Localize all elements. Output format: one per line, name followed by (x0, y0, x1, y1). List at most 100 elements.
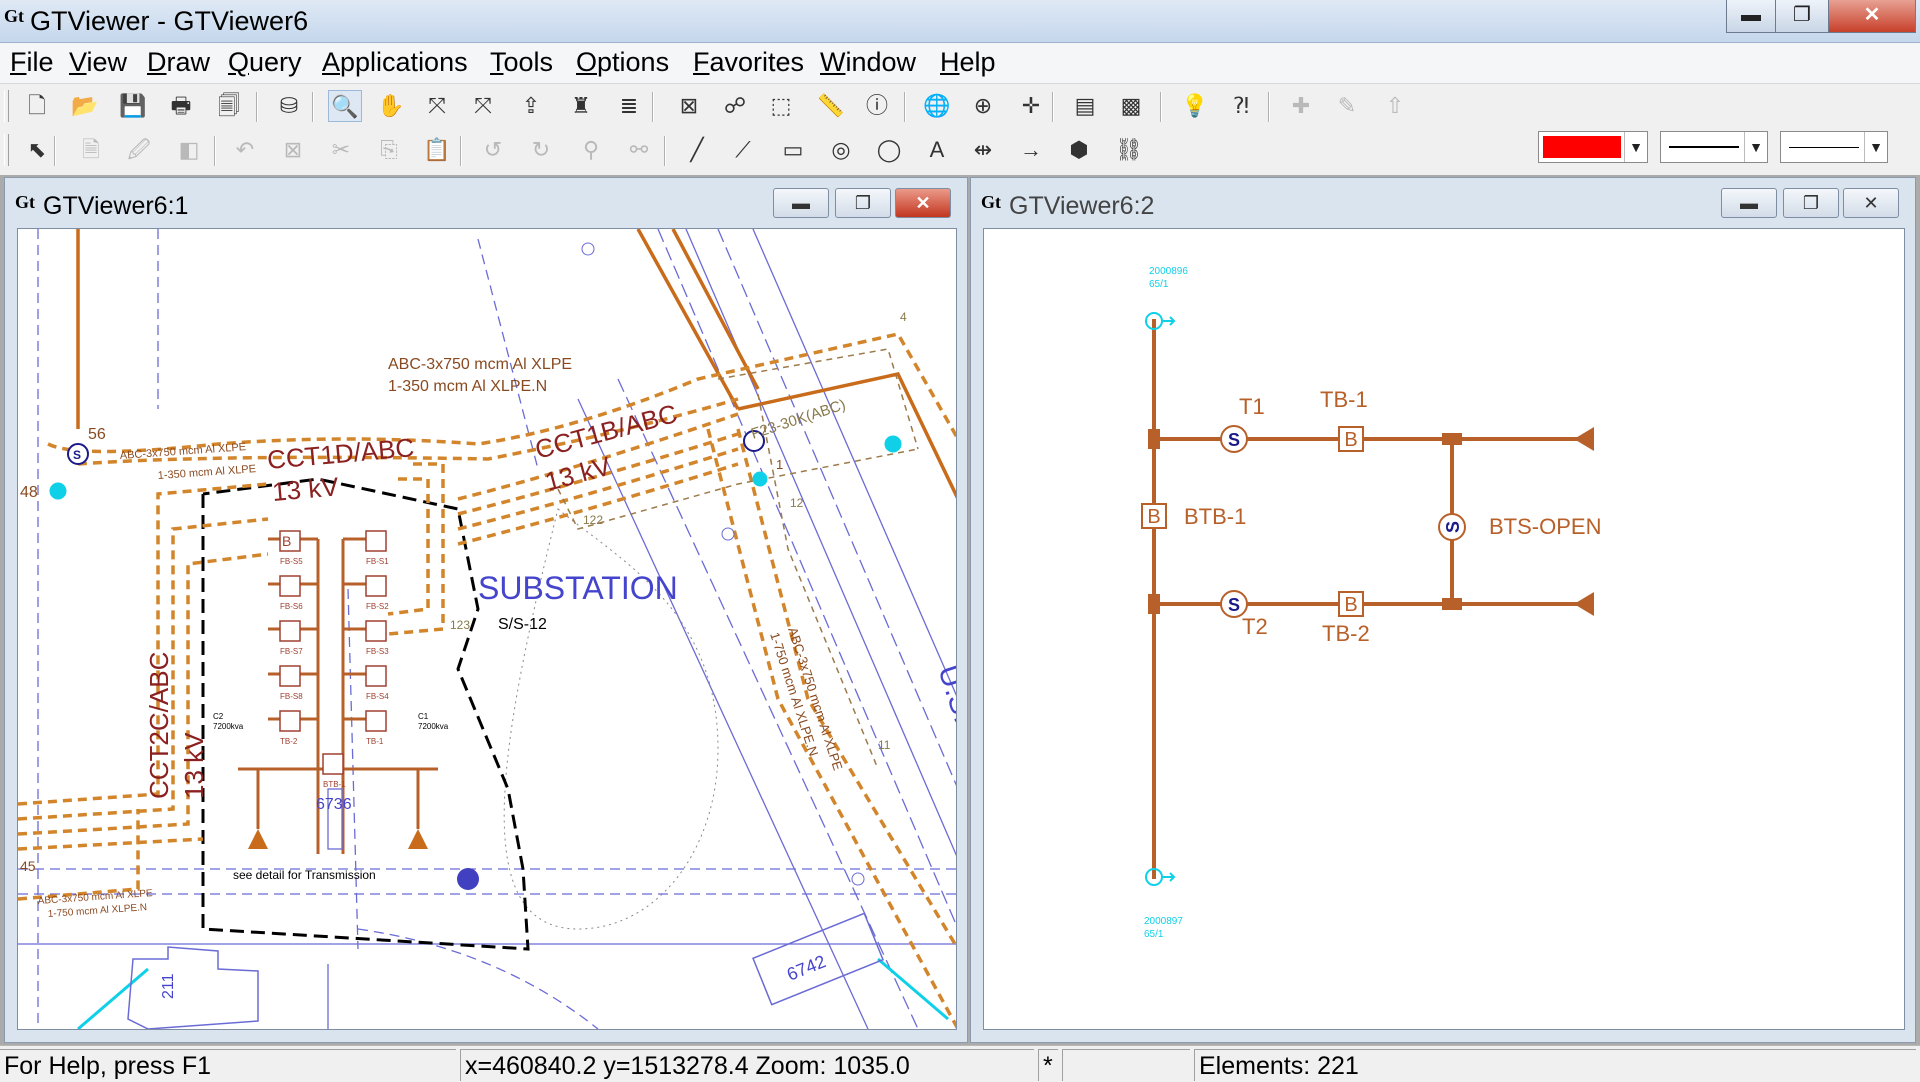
schematic-maximize-button[interactable]: ❐ (1783, 188, 1839, 218)
info-tooltip-icon[interactable]: ⓘ (860, 90, 894, 122)
menu-tools[interactable]: Tools (490, 47, 553, 78)
menu-favorites[interactable]: Favorites (693, 47, 804, 78)
draw-ellipse-icon[interactable]: ◯ (872, 134, 906, 166)
edit-redline-icon[interactable]: ✎ (1330, 90, 1364, 122)
draw-symbol-icon[interactable]: ⬢ (1062, 134, 1096, 166)
map-canvas[interactable]: ABC-3x750 mcm Al XLPE 1-350 mcm Al XLPE.… (17, 228, 957, 1030)
window-split-icon[interactable]: ◧ (172, 134, 206, 166)
menu-options[interactable]: Options (576, 47, 669, 78)
line-style-swatch (1669, 146, 1739, 148)
label-11: 11 (878, 738, 891, 752)
menu-window[interactable]: Window (820, 47, 916, 78)
properties-icon[interactable]: 🗎 (74, 134, 108, 166)
map-close-button[interactable]: ✕ (895, 188, 951, 218)
maximize-button[interactable]: ❐ (1775, 0, 1829, 33)
switch-s-label: S (73, 448, 81, 462)
export-icon[interactable]: ⇪ (514, 90, 548, 122)
scale-icon[interactable]: ⚲ (574, 134, 608, 166)
toolbar-grip[interactable] (4, 134, 9, 166)
fit-view-icon[interactable]: ⤧ (420, 90, 454, 122)
color-dropdown[interactable]: ▼ (1538, 131, 1648, 163)
draw-arrow-icon[interactable]: → (1014, 134, 1048, 166)
rotate-right-icon[interactable]: ↻ (524, 134, 558, 166)
menu-file[interactable]: File (10, 47, 54, 78)
fit-all-icon[interactable]: ⊠ (672, 90, 706, 122)
map-window[interactable]: Gt GTViewer6:1 ▬ ❐ ✕ ABC-3x750 mcm Al XL… (4, 177, 968, 1043)
context-help-icon[interactable]: ⁈ (1224, 90, 1258, 122)
toolbar-separator (460, 136, 462, 166)
link-nodes-icon[interactable]: ⚯ (622, 134, 656, 166)
us-road-label: U.S. (931, 661, 957, 727)
toolbar-grip[interactable] (4, 90, 9, 122)
print-preview-icon[interactable]: 🗐 (212, 90, 246, 122)
toolbar-separator (1268, 92, 1270, 122)
menu-query[interactable]: Query (228, 47, 302, 78)
edit-properties-icon[interactable]: 🖉 (122, 134, 156, 166)
draw-polyline-icon[interactable]: ⟋ (726, 134, 760, 166)
draw-rectangle-icon[interactable]: ▭ (776, 134, 810, 166)
snap-target-icon[interactable]: ⊕ (966, 90, 1000, 122)
binoculars-icon[interactable]: ☍ (718, 90, 752, 122)
fb-s1-label: FB-S1 (366, 557, 389, 566)
cable-label-2: 1-350 mcm Al XLPE.N (388, 378, 547, 395)
draw-dimension-icon[interactable]: ⇹ (966, 134, 1000, 166)
menu-help[interactable]: Help (940, 47, 996, 78)
menu-draw[interactable]: Draw (147, 47, 210, 78)
map-minimize-button[interactable]: ▬ (773, 188, 829, 218)
menu-view[interactable]: View (69, 47, 127, 78)
map-maximize-button[interactable]: ❐ (835, 188, 891, 218)
schematic-window-title: GTViewer6:2 (1009, 192, 1155, 220)
print-icon[interactable]: 🖶 (164, 90, 198, 122)
cable-label-1: ABC-3x750 mcm Al XLPE (388, 356, 572, 373)
schematic-window[interactable]: Gt GTViewer6:2 ▬ ❐ ✕ S S S B B B 2000896… (970, 177, 1916, 1043)
add-redline-icon[interactable]: ✚ (1284, 90, 1318, 122)
crosshair-icon[interactable]: ✛ (1014, 90, 1048, 122)
copy-icon[interactable]: ⎘ (372, 134, 406, 166)
globe-icon[interactable]: 🌐 (920, 90, 954, 122)
line-style-dropdown[interactable]: ▼ (1660, 131, 1768, 163)
open-folder-icon[interactable]: 📂 (68, 90, 102, 122)
undo-icon[interactable]: ↶ (228, 134, 262, 166)
line-weight-dropdown[interactable]: ▼ (1780, 131, 1888, 163)
pan-hand-icon[interactable]: ✋ (374, 90, 408, 122)
layers-tool-icon[interactable]: ⛁ (272, 90, 306, 122)
map-window-title: GTViewer6:1 (43, 192, 189, 220)
close-button[interactable]: ✕ (1828, 0, 1916, 33)
btb1-label: BTB-1 (1184, 504, 1246, 529)
cut-icon[interactable]: ✂ (324, 134, 358, 166)
stack-icon[interactable]: ≣ (612, 90, 646, 122)
draw-line-icon[interactable]: ╱ (680, 134, 714, 166)
save-icon[interactable]: 💾 (116, 90, 150, 122)
publish-redline-icon[interactable]: ⇧ (1378, 90, 1412, 122)
bottle-icon[interactable]: ♜ (564, 90, 598, 122)
color-swatch (1543, 136, 1621, 158)
select-arrow-icon[interactable]: ⬉ (20, 134, 54, 166)
rotate-left-icon[interactable]: ↺ (476, 134, 510, 166)
label-122: 122 (583, 513, 603, 527)
draw-chain-icon[interactable]: ⛓ (1112, 134, 1146, 166)
minimize-button[interactable]: ▬ (1726, 0, 1776, 33)
status-empty-panel (1062, 1049, 1190, 1081)
delete-icon[interactable]: ⊠ (276, 134, 310, 166)
schematic-canvas[interactable]: S S S B B B 2000896 65/1 2000897 65/1 T1 (983, 228, 1905, 1030)
blue-marker (457, 868, 479, 890)
select-rectangle-icon[interactable]: ⬚ (764, 90, 798, 122)
top-node-sub: 65/1 (1149, 279, 1169, 290)
help-bulb-icon[interactable]: 💡 (1178, 90, 1212, 122)
menu-applications[interactable]: Applications (322, 47, 468, 78)
gt-logo-icon: Gt (4, 6, 24, 26)
new-document-icon[interactable]: 🗋 (20, 90, 54, 122)
draw-text-icon[interactable]: A (920, 134, 954, 166)
schematic-close-button[interactable]: ✕ (1843, 188, 1899, 218)
zoom-icon[interactable]: 🔍 (328, 90, 362, 122)
zoom-extents-red-icon[interactable]: ⤧ (466, 90, 500, 122)
xfmr-c2-kva-label: 7200kva (213, 722, 244, 731)
switch-symbols (1220, 425, 1466, 618)
label-211: 211 (160, 973, 177, 999)
schematic-minimize-button[interactable]: ▬ (1721, 188, 1777, 218)
measure-ruler-icon[interactable]: 📏 (814, 90, 848, 122)
raster-icon[interactable]: ▩ (1114, 90, 1148, 122)
paste-icon[interactable]: 📋 (420, 134, 454, 166)
color-palette-icon[interactable]: ▤ (1068, 90, 1102, 122)
draw-circle-icon[interactable]: ◎ (824, 134, 858, 166)
